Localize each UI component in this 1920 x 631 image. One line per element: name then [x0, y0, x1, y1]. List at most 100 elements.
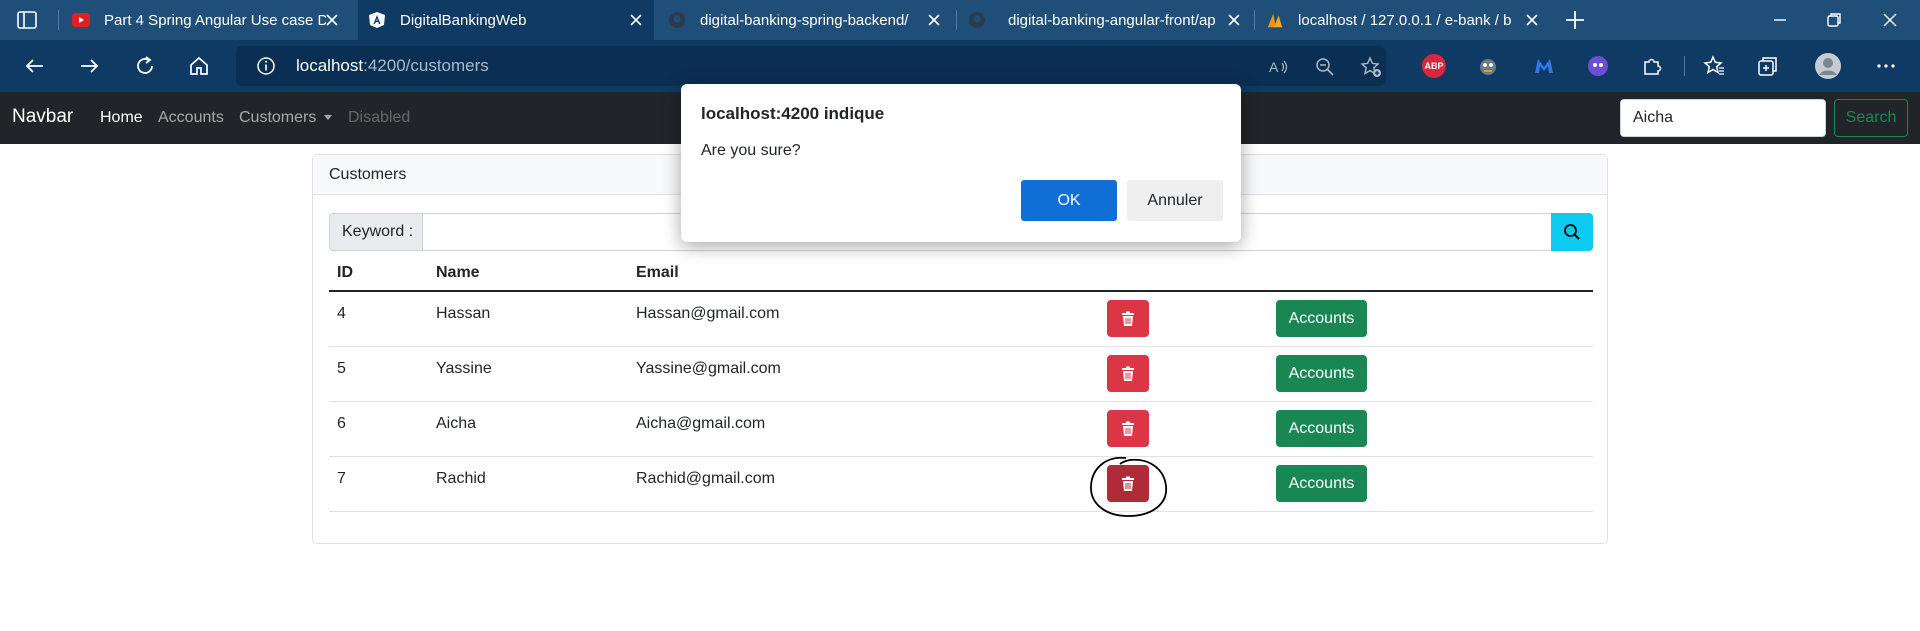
url-host: localhost — [296, 56, 364, 75]
dialog-ok-button[interactable]: OK — [1021, 180, 1117, 221]
search-icon — [1564, 224, 1580, 240]
trash-icon — [1122, 366, 1134, 381]
cell-accounts: Accounts — [1270, 291, 1593, 347]
tab-github-front[interactable]: digital-banking-angular-front/ap — [958, 0, 1252, 40]
minimize-icon[interactable] — [1770, 10, 1790, 30]
accounts-button[interactable]: Accounts — [1276, 465, 1367, 502]
close-icon[interactable] — [628, 12, 644, 28]
table-row: 4 Hassan Hassan@gmail.com Accounts — [329, 291, 1593, 347]
confirm-dialog: localhost:4200 indique Are you sure? OK … — [681, 84, 1241, 242]
url-text: localhost:4200/customers — [296, 56, 489, 76]
extensions-puzzle-icon[interactable] — [1640, 54, 1664, 78]
collections-icon[interactable] — [1756, 54, 1780, 78]
column-header-delete — [1096, 255, 1270, 292]
close-icon[interactable] — [1524, 12, 1540, 28]
tab-separator — [956, 10, 957, 30]
delete-button[interactable] — [1107, 300, 1149, 338]
tab-title: DigitalBankingWeb — [400, 11, 527, 29]
close-icon[interactable] — [1226, 12, 1242, 28]
tab-digitalbankingweb[interactable]: DigitalBankingWeb — [358, 0, 654, 40]
restore-icon[interactable] — [1824, 10, 1844, 30]
url-path: :4200/customers — [363, 56, 489, 75]
favorites-icon[interactable] — [1702, 54, 1726, 78]
cell-email: Rachid@gmail.com — [628, 456, 1096, 512]
close-icon[interactable] — [926, 12, 942, 28]
nav-dropdown-customers[interactable]: Customers — [239, 109, 333, 127]
table-header-row: ID Name Email — [329, 255, 1593, 292]
tab-title: digital-banking-angular-front/ap — [1008, 11, 1216, 29]
accounts-button[interactable]: Accounts — [1276, 410, 1367, 447]
read-aloud-icon[interactable]: A — [1268, 56, 1290, 78]
nav-link-home[interactable]: Home — [100, 109, 143, 127]
refresh-icon[interactable] — [132, 53, 158, 79]
table-row: 6 Aicha Aicha@gmail.com Accounts — [329, 401, 1593, 457]
cell-accounts: Accounts — [1270, 401, 1593, 457]
delete-button[interactable] — [1107, 410, 1149, 447]
column-header-id: ID — [329, 255, 428, 292]
column-header-accounts — [1270, 255, 1593, 292]
tab-separator — [58, 10, 59, 30]
navbar-brand[interactable]: Navbar — [12, 106, 73, 128]
column-header-email: Email — [628, 255, 1096, 292]
table-row: 7 Rachid Rachid@gmail.com Accounts — [329, 456, 1593, 512]
phpmyadmin-icon — [1266, 11, 1284, 29]
forward-icon[interactable] — [76, 53, 102, 79]
cell-name: Aicha — [428, 401, 628, 457]
home-icon[interactable] — [186, 53, 212, 79]
adblock-plus-icon[interactable]: ABP — [1422, 54, 1446, 78]
github-icon — [668, 11, 686, 29]
table-row: 5 Yassine Yassine@gmail.com Accounts — [329, 346, 1593, 402]
column-header-name: Name — [428, 255, 628, 292]
nav-link-disabled: Disabled — [348, 109, 411, 126]
tab-title: Part 4 Spring Angular Use case D — [104, 11, 326, 29]
cell-email: Aicha@gmail.com — [628, 401, 1096, 457]
new-tab-icon[interactable] — [1564, 9, 1586, 31]
angular-icon — [368, 11, 386, 29]
more-options-icon[interactable] — [1874, 54, 1898, 78]
trash-icon — [1122, 476, 1134, 491]
malwarebytes-icon[interactable] — [1532, 54, 1556, 78]
add-favorite-icon[interactable] — [1360, 56, 1382, 78]
tab-phpmyadmin[interactable]: localhost / 127.0.0.1 / e-bank / b — [1256, 0, 1550, 40]
cell-email: Yassine@gmail.com — [628, 346, 1096, 402]
cell-delete — [1096, 346, 1270, 402]
close-window-icon[interactable] — [1880, 10, 1900, 30]
caret-down-icon — [324, 115, 333, 121]
accounts-button[interactable]: Accounts — [1276, 300, 1367, 338]
keyword-search-button[interactable] — [1551, 213, 1593, 251]
delete-button[interactable] — [1107, 465, 1149, 502]
toolbar-separator — [1684, 56, 1685, 76]
youtube-icon — [72, 11, 90, 29]
tab-actions-icon[interactable] — [16, 9, 38, 31]
dialog-cancel-button[interactable]: Annuler — [1127, 180, 1223, 221]
delete-button[interactable] — [1107, 355, 1149, 392]
keyword-label: Keyword : — [329, 213, 423, 251]
close-icon[interactable] — [324, 12, 340, 28]
cell-id: 4 — [329, 291, 428, 347]
accounts-button[interactable]: Accounts — [1276, 355, 1367, 392]
tab-title: localhost / 127.0.0.1 / e-bank / b — [1298, 11, 1512, 29]
nav-link-accounts[interactable]: Accounts — [158, 109, 224, 127]
cell-id: 7 — [329, 456, 428, 512]
ghost-extension-icon[interactable] — [1586, 54, 1610, 78]
zoom-out-icon[interactable] — [1314, 56, 1336, 78]
tab-separator — [1254, 10, 1255, 30]
nav-dropdown-label: Customers — [239, 109, 317, 126]
info-icon[interactable] — [256, 56, 276, 76]
tab-youtube[interactable]: Part 4 Spring Angular Use case D — [62, 0, 350, 40]
navbar-search-input[interactable]: Aicha — [1620, 99, 1826, 137]
cell-delete — [1096, 456, 1270, 512]
cell-email: Hassan@gmail.com — [628, 291, 1096, 347]
navbar-search-button[interactable]: Search — [1834, 99, 1908, 137]
trash-icon — [1122, 311, 1134, 326]
cell-id: 5 — [329, 346, 428, 402]
cell-delete — [1096, 401, 1270, 457]
extension-character-icon[interactable] — [1476, 54, 1500, 78]
svg-text:A: A — [1269, 59, 1279, 75]
cell-delete — [1096, 291, 1270, 347]
tab-github-backend[interactable]: digital-banking-spring-backend/ — [658, 0, 952, 40]
back-icon[interactable] — [22, 53, 48, 79]
dialog-message: Are you sure? — [701, 142, 801, 159]
profile-avatar-icon[interactable] — [1814, 52, 1842, 80]
address-bar[interactable]: localhost:4200/customers A — [236, 46, 1386, 86]
